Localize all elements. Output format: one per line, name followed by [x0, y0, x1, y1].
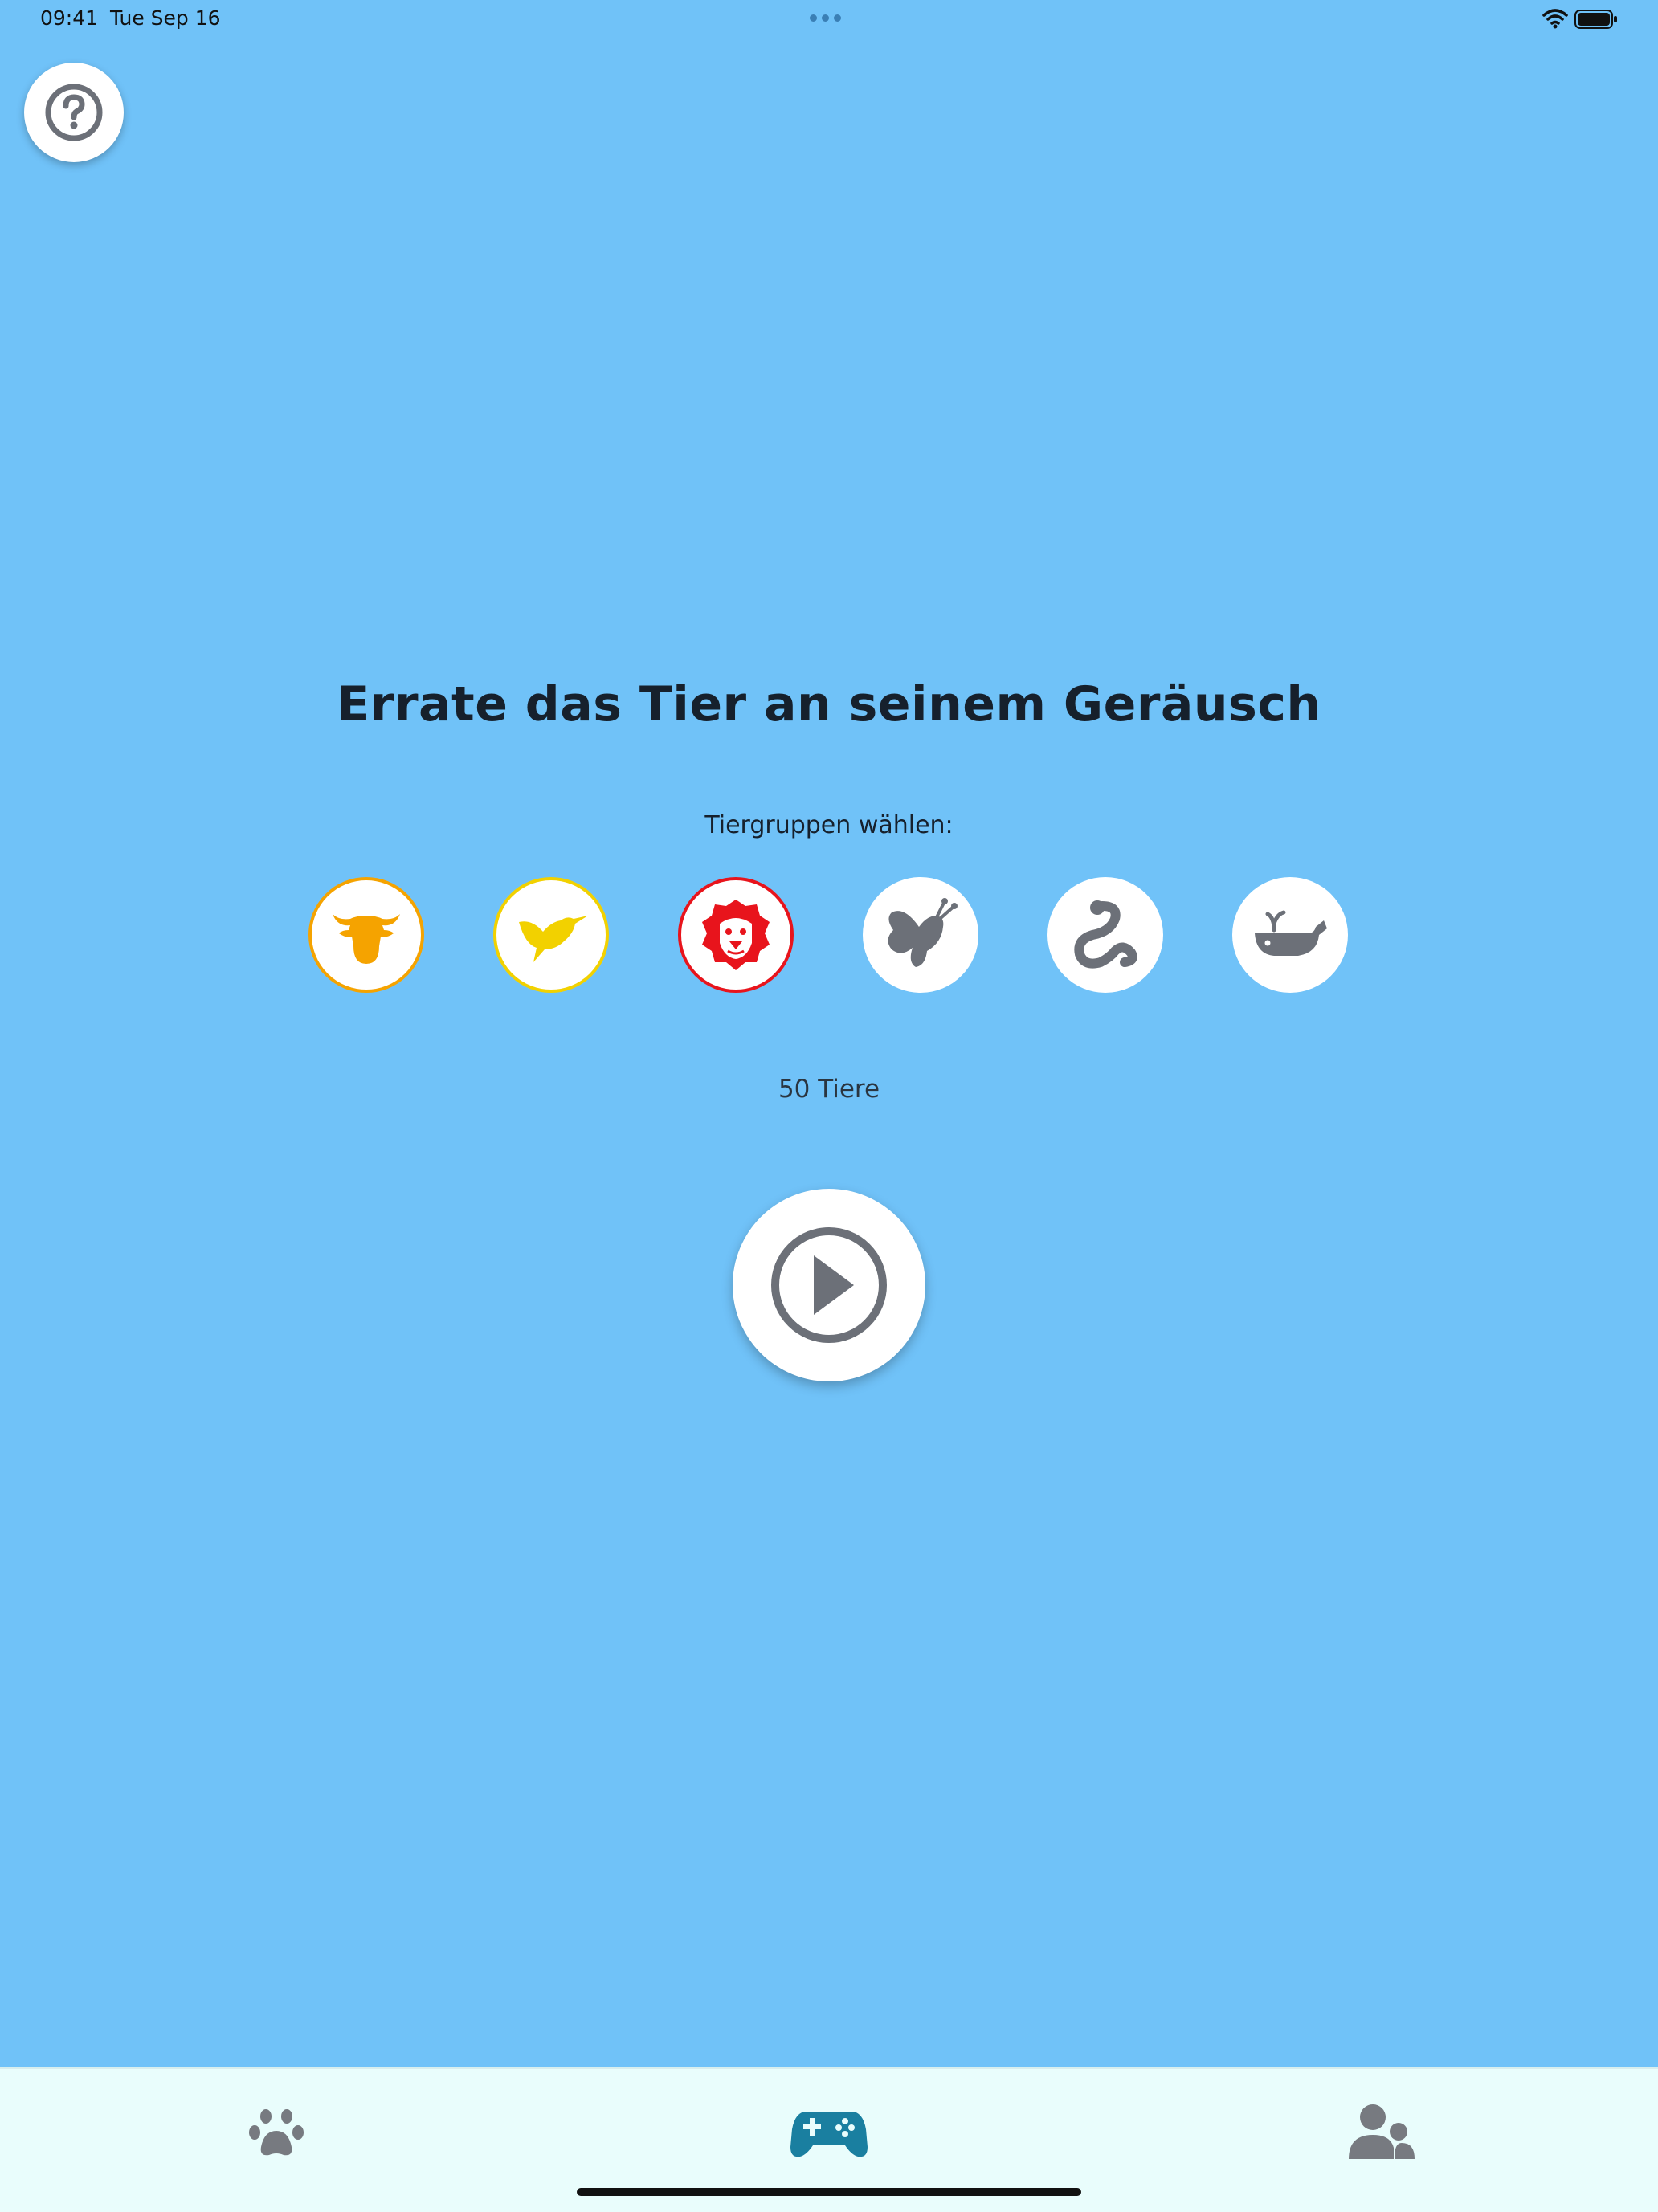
battery-icon — [1574, 10, 1617, 29]
cow-icon — [333, 914, 400, 964]
tab-profile[interactable] — [1325, 2085, 1438, 2181]
butterfly-icon — [888, 898, 958, 967]
group-button-cow[interactable] — [308, 877, 424, 993]
help-button[interactable] — [24, 63, 124, 162]
wifi-icon — [1542, 9, 1568, 29]
group-button-bird[interactable] — [493, 877, 609, 993]
animal-count: 50 Tiere — [778, 1075, 880, 1104]
group-select-label: Tiergruppen wählen: — [704, 811, 954, 839]
tab-game[interactable] — [773, 2085, 885, 2181]
question-circle-icon — [45, 84, 103, 141]
status-date: Tue Sep 16 — [110, 6, 221, 30]
group-button-lion[interactable] — [678, 877, 794, 993]
bird-icon — [519, 916, 588, 962]
lion-icon — [702, 900, 770, 970]
home-indicator — [577, 2188, 1081, 2196]
status-time: 09:41 — [40, 6, 99, 30]
play-icon — [771, 1227, 887, 1343]
snake-icon — [1074, 900, 1137, 969]
group-button-insects[interactable] — [863, 877, 978, 993]
whale-icon — [1255, 910, 1327, 956]
group-button-sea[interactable] — [1232, 877, 1348, 993]
multitasking-dots-icon[interactable] — [810, 14, 841, 22]
page-title: Errate das Tier an seinem Geräusch — [337, 676, 1321, 733]
gamepad-icon — [790, 2112, 868, 2157]
play-button[interactable] — [733, 1189, 925, 1381]
group-button-reptiles[interactable] — [1047, 877, 1163, 993]
paw-icon — [249, 2109, 304, 2156]
tab-animals[interactable] — [220, 2085, 333, 2181]
users-icon — [1349, 2104, 1415, 2159]
